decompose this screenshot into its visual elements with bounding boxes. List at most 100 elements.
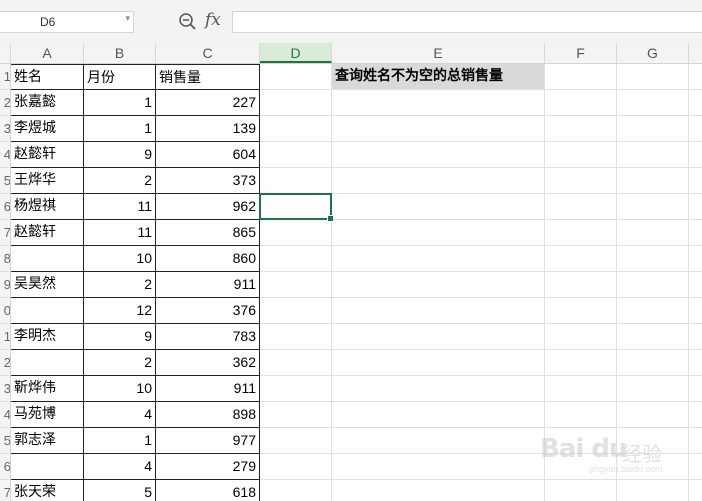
row-header[interactable]: 9	[0, 272, 10, 298]
cell-month[interactable]: 11	[84, 194, 156, 220]
row-header[interactable]: 0	[0, 298, 10, 324]
cell[interactable]	[332, 246, 545, 272]
row-header[interactable]: 3	[0, 116, 10, 142]
cell[interactable]	[689, 220, 702, 246]
cell[interactable]	[260, 376, 332, 402]
cell-sales[interactable]: 139	[156, 116, 260, 142]
cell[interactable]	[545, 64, 617, 90]
cell[interactable]	[260, 350, 332, 376]
cell[interactable]	[617, 168, 689, 194]
row-header[interactable]: 4	[0, 402, 10, 428]
cell[interactable]	[689, 428, 702, 454]
cell-sales[interactable]: 376	[156, 298, 260, 324]
cell[interactable]	[617, 480, 689, 501]
cell-sales[interactable]: 783	[156, 324, 260, 350]
cell-sales[interactable]: 227	[156, 90, 260, 116]
cell-sales[interactable]: 898	[156, 402, 260, 428]
cell[interactable]	[545, 376, 617, 402]
cell[interactable]	[689, 142, 702, 168]
cell[interactable]	[545, 194, 617, 220]
cell[interactable]	[260, 116, 332, 142]
cell[interactable]	[260, 480, 332, 501]
header-name[interactable]: 姓名	[11, 64, 84, 90]
header-month[interactable]: 月份	[84, 64, 156, 90]
cell-name[interactable]	[11, 246, 84, 272]
cell[interactable]	[332, 90, 545, 116]
cell-name[interactable]: 赵懿轩	[11, 142, 84, 168]
column-header-b[interactable]: B	[84, 43, 156, 63]
cell[interactable]	[689, 90, 702, 116]
name-box[interactable]: D6 ▾	[0, 11, 134, 33]
cell[interactable]	[332, 454, 545, 480]
column-header-f[interactable]: F	[545, 43, 617, 63]
cell[interactable]	[332, 116, 545, 142]
cell[interactable]	[545, 350, 617, 376]
cell[interactable]	[260, 194, 332, 220]
cell[interactable]	[332, 168, 545, 194]
cell[interactable]	[260, 428, 332, 454]
cell[interactable]	[617, 220, 689, 246]
cell-sales[interactable]: 362	[156, 350, 260, 376]
cell[interactable]	[689, 168, 702, 194]
row-header[interactable]: 5	[0, 168, 10, 194]
cell[interactable]	[689, 64, 702, 90]
cell[interactable]	[260, 220, 332, 246]
query-title[interactable]: 查询姓名不为空的总销售量	[332, 64, 545, 90]
cell-month[interactable]: 2	[84, 168, 156, 194]
cell[interactable]	[545, 298, 617, 324]
cell[interactable]	[545, 142, 617, 168]
row-header[interactable]: 1	[0, 324, 10, 350]
cell-month[interactable]: 10	[84, 376, 156, 402]
cell[interactable]	[689, 324, 702, 350]
row-header[interactable]: 1	[0, 64, 10, 90]
cell[interactable]	[332, 324, 545, 350]
cell-month[interactable]: 9	[84, 142, 156, 168]
cell-sales[interactable]: 373	[156, 168, 260, 194]
cell[interactable]	[332, 350, 545, 376]
cell[interactable]	[617, 90, 689, 116]
column-header-c[interactable]: C	[156, 43, 260, 63]
cell[interactable]	[689, 350, 702, 376]
fx-icon[interactable]: fx	[205, 10, 221, 30]
cell[interactable]	[332, 272, 545, 298]
cell[interactable]	[617, 350, 689, 376]
cell[interactable]	[617, 298, 689, 324]
cell[interactable]	[332, 480, 545, 501]
cell-name[interactable]: 张嘉懿	[11, 90, 84, 116]
row-header[interactable]: 6	[0, 454, 10, 480]
cell[interactable]	[545, 168, 617, 194]
column-header-h[interactable]	[689, 43, 702, 63]
cell-month[interactable]: 9	[84, 324, 156, 350]
cell[interactable]	[332, 220, 545, 246]
cell[interactable]	[545, 246, 617, 272]
cell[interactable]	[260, 64, 332, 90]
cell-month[interactable]: 1	[84, 116, 156, 142]
cell[interactable]	[260, 168, 332, 194]
cell[interactable]	[689, 116, 702, 142]
cell[interactable]	[689, 246, 702, 272]
cell[interactable]	[617, 272, 689, 298]
cell[interactable]	[260, 454, 332, 480]
row-header[interactable]: 6	[0, 194, 10, 220]
cell[interactable]	[617, 194, 689, 220]
cell-name[interactable]: 郭志泽	[11, 428, 84, 454]
select-all-corner[interactable]	[0, 43, 11, 63]
cell[interactable]	[332, 194, 545, 220]
cell-name[interactable]	[11, 298, 84, 324]
formula-input[interactable]	[232, 11, 702, 33]
cell-name[interactable]: 靳烨伟	[11, 376, 84, 402]
cell[interactable]	[689, 376, 702, 402]
row-header[interactable]: 4	[0, 142, 10, 168]
cell-sales[interactable]: 279	[156, 454, 260, 480]
cell-month[interactable]: 1	[84, 90, 156, 116]
cell[interactable]	[545, 324, 617, 350]
cell[interactable]	[689, 298, 702, 324]
row-header[interactable]: 7	[0, 480, 10, 501]
cell[interactable]	[617, 376, 689, 402]
cell-name[interactable]	[11, 350, 84, 376]
header-sales[interactable]: 销售量	[156, 64, 260, 90]
cell[interactable]	[617, 402, 689, 428]
zoom-out-icon[interactable]	[178, 12, 198, 32]
cell-month[interactable]: 12	[84, 298, 156, 324]
cell-month[interactable]: 11	[84, 220, 156, 246]
